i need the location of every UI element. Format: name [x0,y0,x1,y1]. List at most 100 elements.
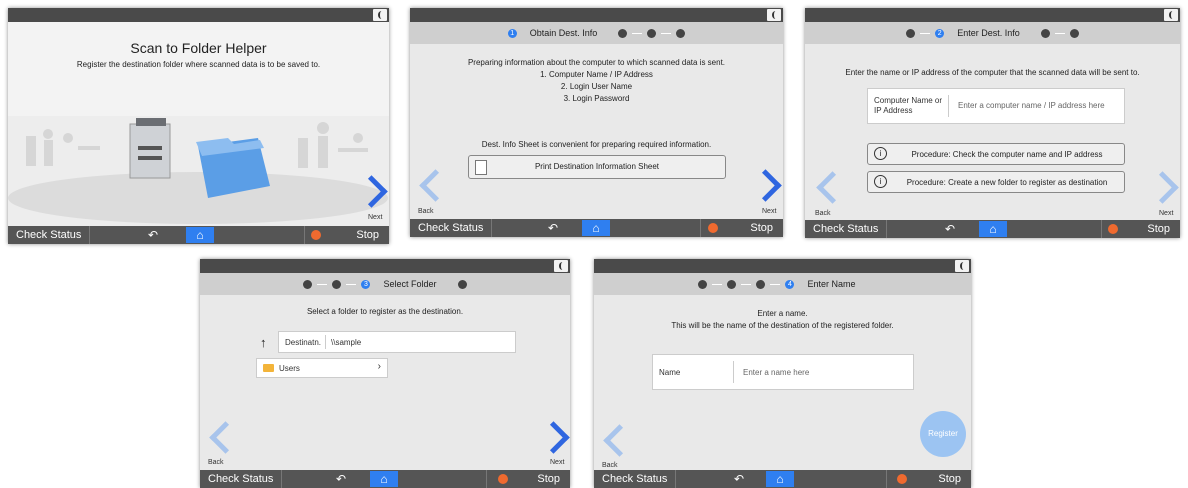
stop-icon[interactable] [1108,224,1118,234]
divider [700,219,701,237]
next-arrow-icon[interactable] [749,169,782,202]
info-line: 1. Computer Name / IP Address [540,70,653,79]
check-status-button[interactable]: Check Status [805,220,888,238]
folder-list-item[interactable]: Users › [256,358,388,378]
step-1-dot [303,279,313,289]
folder-name: Users [279,364,300,373]
next-arrow-icon [1146,171,1179,204]
instruction-text: Select a folder to register as the desti… [306,307,464,316]
destination-path-field[interactable]: Destinatn. \\sample [278,331,516,353]
stop-icon[interactable] [311,230,321,240]
energy-saver-icon[interactable] [554,260,568,272]
register-button[interactable]: Register [920,411,966,457]
page-title: Scan to Folder Helper [130,40,267,56]
stop-button[interactable]: Stop [356,226,379,244]
next-label[interactable]: Next [368,214,382,221]
step-connector [1054,32,1065,34]
stop-icon[interactable] [708,223,718,233]
stop-icon[interactable] [498,474,508,484]
check-status-button[interactable]: Check Status [594,470,677,488]
current-step-label: Obtain Dest. Info [529,28,598,38]
stop-button[interactable]: Stop [750,219,773,237]
info-line: 2. Login User Name [560,82,633,91]
back-label[interactable]: Back [815,210,831,217]
back-arrow-icon[interactable] [419,169,452,202]
step-4-dot [1069,28,1079,38]
info-icon: i [874,175,887,188]
energy-saver-icon[interactable] [955,260,969,272]
next-arrow-icon[interactable] [537,421,570,454]
check-status-button[interactable]: Check Status [8,226,91,244]
step-connector [770,283,781,285]
bottom-bar: Check Status ↶ ⌂ Stop [8,226,389,244]
name-label: Name [659,368,681,377]
top-bar [594,259,971,273]
energy-saver-icon[interactable] [1164,9,1178,21]
stop-button[interactable]: Stop [1147,220,1170,238]
procedure-create-folder-button[interactable]: i Procedure: Create a new folder to regi… [867,171,1125,193]
step-3-dot: 3 [361,279,371,289]
destination-value: \\sample [331,338,362,347]
energy-saver-icon[interactable] [767,9,781,21]
step-4-dot [676,28,686,38]
procedure-check-button[interactable]: i Procedure: Check the computer name and… [867,143,1125,165]
procedure-label: Procedure: Create a new folder to regist… [906,178,1108,187]
vertical-divider [733,361,734,383]
stop-button[interactable]: Stop [938,470,961,488]
home-icon[interactable]: ⌂ [582,220,610,236]
back-icon[interactable]: ↶ [548,219,558,237]
computer-name-field[interactable]: Computer Name or IP Address Enter a comp… [867,88,1125,124]
stop-icon[interactable] [897,474,907,484]
bottom-bar: Check Status ↶ ⌂ Stop [594,470,971,488]
next-label: Next [1159,210,1174,217]
step-3-dot [647,28,657,38]
destination-label: Destinatn. [285,338,322,347]
computer-name-input[interactable]: Enter a computer name / IP address here [958,101,1105,110]
check-status-button[interactable]: Check Status [200,470,283,488]
top-bar [805,8,1180,22]
back-arrow-icon[interactable] [209,421,242,454]
step-3-dot [1040,28,1050,38]
stop-button[interactable]: Stop [537,470,560,488]
back-label[interactable]: Back [418,208,434,215]
name-field[interactable]: Name Enter a name here [652,354,914,390]
step-1-dot [906,28,916,38]
back-arrow-icon[interactable] [816,171,849,204]
name-input[interactable]: Enter a name here [743,368,809,377]
top-bar [8,8,389,22]
step-connector [346,283,357,285]
back-icon[interactable]: ↶ [734,470,744,488]
home-icon[interactable]: ⌂ [766,471,794,487]
home-icon[interactable]: ⌂ [186,227,214,243]
instruction-line: This will be the name of the destination… [671,321,894,330]
step-connector [920,32,931,34]
back-icon[interactable]: ↶ [148,226,158,244]
next-label[interactable]: Next [550,459,564,466]
step-connector [661,32,672,34]
register-label: Register [928,429,958,438]
home-icon[interactable]: ⌂ [370,471,398,487]
step-indicator: 4 Enter Name [594,273,971,295]
home-icon[interactable]: ⌂ [979,221,1007,237]
step-2-dot [618,28,628,38]
step-connector [741,283,752,285]
chevron-right-icon: › [377,361,381,372]
next-label[interactable]: Next [762,208,776,215]
back-arrow-icon[interactable] [603,424,636,457]
check-status-button[interactable]: Check Status [410,219,493,237]
top-bar [200,259,570,273]
back-label[interactable]: Back [208,459,224,466]
current-step-label: Enter Name [807,279,856,289]
back-label[interactable]: Back [602,462,618,469]
info-icon: i [874,147,887,160]
up-arrow-icon[interactable]: ↑ [260,335,267,350]
back-icon[interactable]: ↶ [336,470,346,488]
divider [886,470,887,488]
step-indicator: 2 Enter Dest. Info [805,22,1180,44]
print-destination-sheet-button[interactable]: Print Destination Information Sheet [468,155,726,179]
vertical-divider [325,335,326,349]
energy-saver-icon[interactable] [373,9,387,21]
back-icon[interactable]: ↶ [945,220,955,238]
info-line: Preparing information about the computer… [467,58,726,67]
info-line: 3. Login Password [563,94,630,103]
